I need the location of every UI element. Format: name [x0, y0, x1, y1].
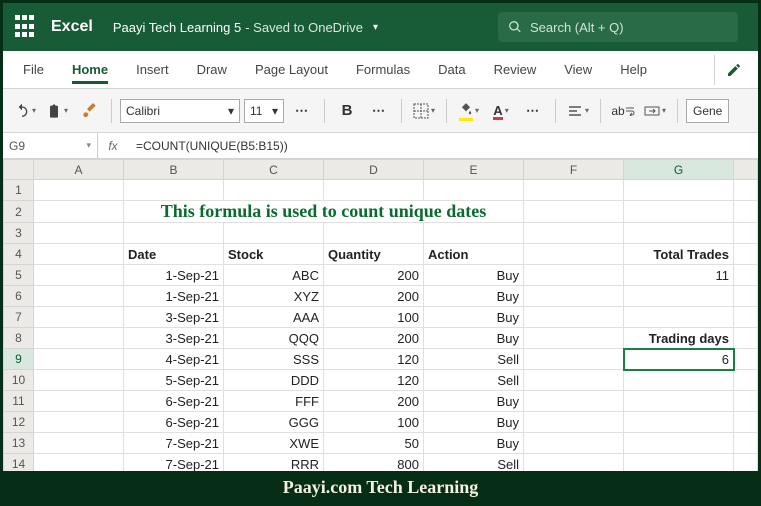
color-more-button[interactable]: ⋯ — [519, 97, 547, 125]
merge-button[interactable]: ▾ — [641, 97, 669, 125]
row-header[interactable]: 13 — [4, 433, 34, 454]
name-box[interactable]: G9▾ — [3, 133, 98, 158]
row-header[interactable]: 6 — [4, 286, 34, 307]
tab-file[interactable]: File — [9, 51, 58, 88]
watermark-footer: Paayi.com Tech Learning — [3, 471, 758, 503]
clipboard-icon — [46, 103, 62, 119]
merge-icon — [644, 103, 660, 119]
tab-formulas[interactable]: Formulas — [342, 51, 424, 88]
row-header[interactable]: 2 — [4, 201, 34, 223]
undo-icon — [14, 103, 30, 119]
undo-button[interactable]: ▾ — [11, 97, 39, 125]
row-header[interactable]: 5 — [4, 265, 34, 286]
tab-insert[interactable]: Insert — [122, 51, 183, 88]
search-icon — [508, 20, 522, 34]
tab-data[interactable]: Data — [424, 51, 479, 88]
ribbon: ▾ ▾ Calibri▾ 11▾ ⋯ B ⋯ ▾ ▾ A▾ ⋯ ▾ ab ▾ G… — [3, 89, 758, 133]
number-format-select[interactable]: Gene — [686, 99, 729, 123]
formula-input[interactable]: =COUNT(UNIQUE(B5:B15)) — [128, 133, 758, 158]
fill-color-button[interactable]: ▾ — [455, 97, 483, 125]
tab-home[interactable]: Home — [58, 51, 122, 88]
tab-review[interactable]: Review — [480, 51, 551, 88]
wrap-text-button[interactable]: ab — [609, 97, 637, 125]
pen-icon — [726, 62, 742, 78]
row-header[interactable]: 4 — [4, 244, 34, 265]
editing-mode-button[interactable] — [714, 55, 752, 85]
row-header[interactable]: 3 — [4, 223, 34, 244]
fx-label[interactable]: fx — [98, 139, 128, 153]
row-header[interactable]: 11 — [4, 391, 34, 412]
wrap-icon — [625, 106, 635, 116]
format-painter-button[interactable] — [75, 97, 103, 125]
formula-bar: G9▾ fx =COUNT(UNIQUE(B5:B15)) — [3, 133, 758, 159]
tab-page-layout[interactable]: Page Layout — [241, 51, 342, 88]
bucket-icon — [459, 102, 473, 116]
border-icon — [413, 103, 429, 119]
menu-bar: File Home Insert Draw Page Layout Formul… — [3, 51, 758, 89]
row-header[interactable]: 10 — [4, 370, 34, 391]
document-title[interactable]: Paayi Tech Learning 5 - Saved to OneDriv… — [113, 20, 378, 35]
row-header[interactable]: 7 — [4, 307, 34, 328]
font-select[interactable]: Calibri▾ — [120, 99, 240, 123]
tab-view[interactable]: View — [550, 51, 606, 88]
select-all-corner[interactable] — [4, 160, 34, 180]
borders-button[interactable]: ▾ — [410, 97, 438, 125]
paste-button[interactable]: ▾ — [43, 97, 71, 125]
column-headers[interactable]: ABCDEFG — [4, 160, 758, 180]
tab-draw[interactable]: Draw — [183, 51, 241, 88]
row-header[interactable]: 12 — [4, 412, 34, 433]
brush-icon — [81, 103, 97, 119]
font-size-select[interactable]: 11▾ — [244, 99, 284, 123]
font-style-more-button[interactable]: ⋯ — [365, 97, 393, 125]
active-cell[interactable]: 6 — [624, 349, 734, 370]
app-launcher-icon[interactable] — [11, 11, 43, 43]
spreadsheet-grid[interactable]: ABCDEFG 1 2 This formula is used to count… — [3, 159, 758, 496]
sheet-title[interactable]: This formula is used to count unique dat… — [124, 201, 524, 223]
chevron-down-icon: ▾ — [373, 22, 378, 33]
bold-button[interactable]: B — [333, 97, 361, 125]
font-more-button[interactable]: ⋯ — [288, 97, 316, 125]
app-name: Excel — [51, 18, 93, 36]
row-header[interactable]: 9 — [4, 349, 34, 370]
row-header[interactable]: 1 — [4, 180, 34, 201]
title-bar: Excel Paayi Tech Learning 5 - Saved to O… — [3, 3, 758, 51]
tab-help[interactable]: Help — [606, 51, 661, 88]
row-header[interactable]: 8 — [4, 328, 34, 349]
search-input[interactable]: Search (Alt + Q) — [498, 12, 738, 42]
align-button[interactable]: ▾ — [564, 97, 592, 125]
font-color-button[interactable]: A▾ — [487, 97, 515, 125]
align-icon — [567, 103, 583, 119]
